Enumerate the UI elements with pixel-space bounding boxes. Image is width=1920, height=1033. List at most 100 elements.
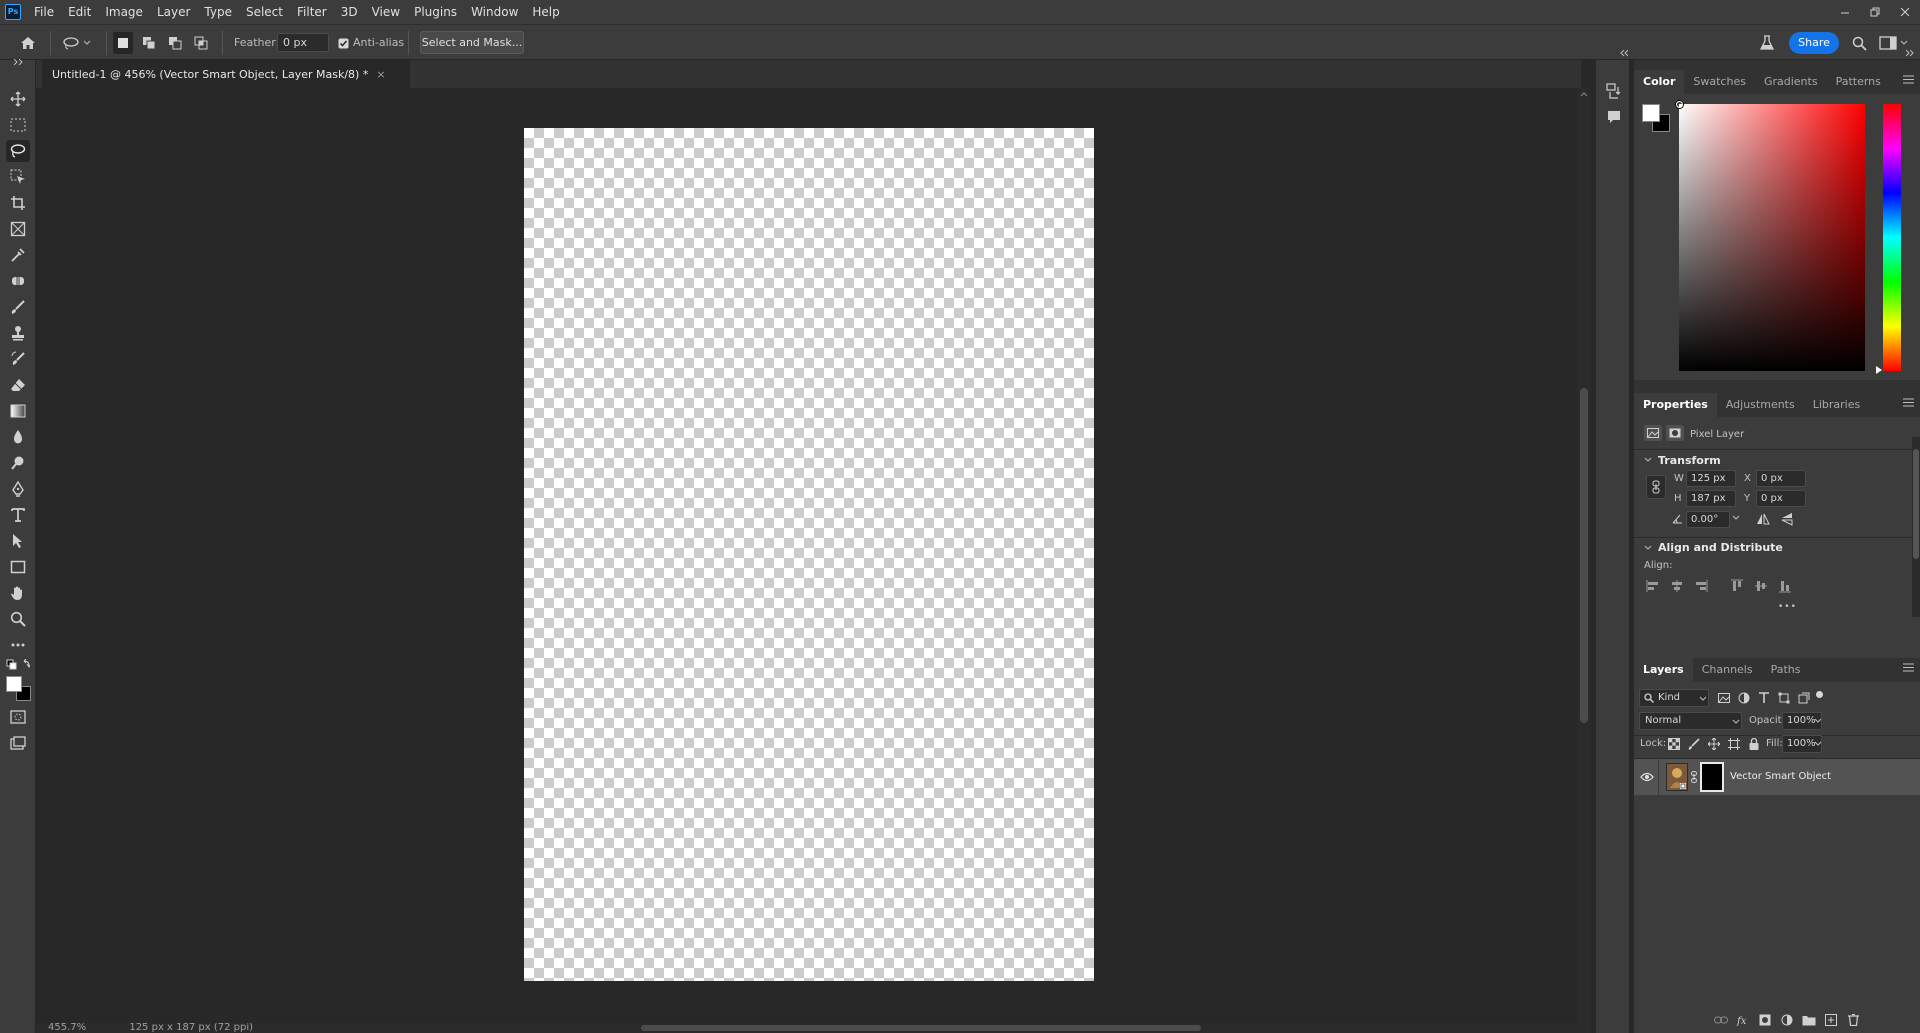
y-input[interactable]: 0 px	[1756, 490, 1806, 507]
zoom-level[interactable]: 455.7%	[48, 1023, 86, 1033]
new-layer-icon[interactable]	[1823, 1013, 1839, 1027]
properties-panel-menu-icon[interactable]	[1903, 398, 1914, 407]
align-bottom-edges-icon[interactable]	[1776, 577, 1794, 595]
filter-adjustment-layers-icon[interactable]	[1736, 690, 1752, 706]
tab-libraries[interactable]: Libraries	[1804, 393, 1870, 417]
panel-color-swatches[interactable]	[1642, 104, 1672, 134]
vertical-scroll-thumb[interactable]	[1580, 388, 1588, 723]
object-selection-tool-icon[interactable]	[6, 166, 30, 188]
layer-visibility-eye-icon[interactable]	[1638, 769, 1656, 785]
align-right-edges-icon[interactable]	[1692, 577, 1710, 595]
layer-name[interactable]: Vector Smart Object	[1730, 771, 1831, 782]
tab-layers[interactable]: Layers	[1634, 658, 1693, 682]
tab-properties[interactable]: Properties	[1634, 393, 1717, 417]
beaker-icon[interactable]	[1756, 32, 1778, 54]
rectangle-tool-icon[interactable]	[6, 556, 30, 578]
quick-mask-icon[interactable]	[6, 706, 30, 728]
menu-file[interactable]: File	[27, 0, 61, 24]
filter-toggle-icon[interactable]	[1816, 691, 1823, 698]
flip-vertical-icon[interactable]	[1778, 510, 1796, 528]
close-tab-icon[interactable]: ×	[376, 68, 385, 81]
color-picker-marker[interactable]	[1676, 101, 1683, 108]
document-tab[interactable]: Untitled-1 @ 456% (Vector Smart Object, …	[42, 60, 410, 88]
marquee-tool-icon[interactable]	[6, 114, 30, 136]
menu-image[interactable]: Image	[98, 0, 150, 24]
layer-mask-icon[interactable]	[1666, 425, 1684, 441]
tab-color[interactable]: Color	[1634, 70, 1685, 94]
intersect-selection-icon[interactable]	[191, 32, 211, 54]
menu-view[interactable]: View	[365, 0, 407, 24]
align-horizontal-centers-icon[interactable]	[1668, 577, 1686, 595]
menu-filter[interactable]: Filter	[290, 0, 334, 24]
new-adjustment-layer-icon[interactable]	[1779, 1013, 1795, 1027]
menu-plugins[interactable]: Plugins	[407, 0, 464, 24]
menu-type[interactable]: Type	[197, 0, 239, 24]
path-selection-tool-icon[interactable]	[6, 530, 30, 552]
color-panel-menu-icon[interactable]	[1903, 75, 1914, 84]
select-and-mask-button[interactable]: Select and Mask...	[420, 31, 524, 54]
align-chevron-icon[interactable]	[1644, 545, 1652, 551]
properties-scrollbar[interactable]	[1912, 437, 1920, 617]
tab-adjustments[interactable]: Adjustments	[1717, 393, 1804, 417]
link-dimensions-icon[interactable]	[1646, 475, 1666, 499]
width-input[interactable]: 125 px	[1686, 470, 1736, 487]
eyedropper-tool-icon[interactable]	[6, 244, 30, 266]
tab-paths[interactable]: Paths	[1762, 658, 1810, 682]
tab-gradients[interactable]: Gradients	[1755, 70, 1827, 94]
frame-tool-icon[interactable]	[6, 218, 30, 240]
layer-mask-thumbnail[interactable]	[1700, 762, 1724, 792]
align-section-title[interactable]: Align and Distribute	[1658, 541, 1783, 554]
filter-shape-layers-icon[interactable]	[1776, 690, 1792, 706]
new-selection-icon[interactable]	[113, 32, 133, 54]
hue-slider-marker[interactable]	[1876, 366, 1883, 374]
share-button[interactable]: Share	[1789, 32, 1839, 54]
lasso-tool-icon[interactable]	[6, 140, 30, 162]
vertical-scrollbar[interactable]	[1577, 88, 1591, 1023]
saturation-brightness-field[interactable]	[1676, 101, 1865, 371]
screen-mode-icon[interactable]	[6, 732, 30, 754]
color-swatches[interactable]	[6, 676, 32, 702]
flip-horizontal-icon[interactable]	[1754, 510, 1772, 528]
move-tool-icon[interactable]	[6, 88, 30, 110]
blend-mode-select[interactable]: Normal	[1639, 712, 1742, 730]
transform-section-title[interactable]: Transform	[1658, 454, 1721, 467]
brush-tool-icon[interactable]	[6, 296, 30, 318]
transform-chevron-icon[interactable]	[1644, 457, 1652, 463]
tab-channels[interactable]: Channels	[1693, 658, 1762, 682]
comments-panel-icon[interactable]	[1603, 106, 1625, 128]
menu-help[interactable]: Help	[525, 0, 566, 24]
eraser-tool-icon[interactable]	[6, 374, 30, 396]
zoom-tool-icon[interactable]	[6, 608, 30, 630]
clone-stamp-tool-icon[interactable]	[6, 322, 30, 344]
layer-row[interactable]: Vector Smart Object	[1634, 759, 1920, 795]
hue-slider[interactable]	[1883, 104, 1901, 371]
collapse-toolbar-icon[interactable]	[6, 56, 30, 68]
panel-foreground-swatch[interactable]	[1642, 104, 1660, 122]
expand-dock-icon[interactable]	[1620, 50, 1628, 57]
blur-tool-icon[interactable]	[6, 426, 30, 448]
link-layers-icon[interactable]	[1713, 1013, 1729, 1027]
document-size-info[interactable]: 125 px x 187 px (72 ppi)	[129, 1023, 253, 1033]
dodge-tool-icon[interactable]	[6, 452, 30, 474]
healing-brush-tool-icon[interactable]	[6, 270, 30, 292]
align-left-edges-icon[interactable]	[1644, 577, 1662, 595]
pixel-layer-icon[interactable]	[1644, 425, 1662, 441]
more-tools-icon[interactable]	[6, 634, 30, 656]
properties-scroll-thumb[interactable]	[1913, 449, 1919, 559]
lock-image-pixels-icon[interactable]	[1686, 736, 1702, 752]
tab-patterns[interactable]: Patterns	[1827, 70, 1890, 94]
add-to-selection-icon[interactable]	[139, 32, 159, 54]
default-colors-icon[interactable]	[6, 658, 30, 672]
subtract-from-selection-icon[interactable]	[165, 32, 185, 54]
angle-dropdown-icon[interactable]	[1732, 515, 1740, 521]
history-brush-tool-icon[interactable]	[6, 348, 30, 370]
lock-artboard-icon[interactable]	[1726, 736, 1742, 752]
feather-input[interactable]: 0 px	[277, 33, 329, 52]
layer-style-fx-icon[interactable]: fx	[1735, 1013, 1751, 1027]
delete-layer-icon[interactable]	[1845, 1013, 1861, 1027]
new-group-icon[interactable]	[1801, 1013, 1817, 1027]
lock-all-icon[interactable]	[1746, 736, 1762, 752]
more-options-icon[interactable]: •••	[1778, 602, 1797, 612]
foreground-color-swatch[interactable]	[6, 676, 22, 692]
filter-smart-objects-icon[interactable]	[1796, 690, 1812, 706]
